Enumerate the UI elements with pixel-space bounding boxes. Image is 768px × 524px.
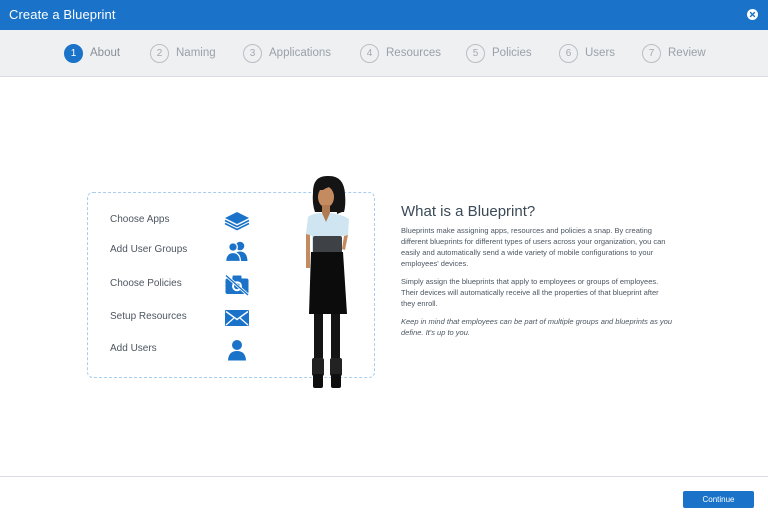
step-number: 6 bbox=[559, 43, 578, 63]
step-number: 4 bbox=[360, 43, 379, 63]
step-review[interactable]: 7 Review bbox=[642, 43, 706, 63]
wizard-steps: 1 About 2 Naming 3 Applications 4 Resour… bbox=[0, 30, 768, 77]
step-label: Applications bbox=[269, 47, 332, 59]
step-number: 1 bbox=[64, 43, 83, 63]
step-about[interactable]: 1 About bbox=[64, 43, 120, 63]
step-number: 7 bbox=[642, 43, 661, 63]
about-paragraph-1: Blueprints make assigning apps, resource… bbox=[401, 226, 666, 268]
close-icon[interactable] bbox=[747, 9, 758, 20]
step-label: Policies bbox=[492, 47, 532, 59]
step-resources[interactable]: 4 Resources bbox=[360, 43, 441, 63]
feature-label: Setup Resources bbox=[110, 311, 187, 322]
title-bar: Create a Blueprint bbox=[0, 0, 768, 30]
step-naming[interactable]: 2 Naming bbox=[150, 43, 216, 63]
feature-label: Choose Apps bbox=[110, 214, 170, 225]
layers-icon bbox=[224, 210, 250, 232]
user-icon bbox=[224, 339, 250, 361]
woman-illustration bbox=[293, 172, 365, 392]
user-group-icon bbox=[224, 240, 250, 263]
step-number: 3 bbox=[243, 43, 262, 63]
about-paragraph-3: Keep in mind that employees can be part … bbox=[401, 317, 672, 337]
envelope-icon bbox=[224, 307, 250, 329]
feature-label: Add Users bbox=[110, 343, 157, 354]
create-blueprint-dialog: Create a Blueprint 1 About 2 Naming 3 Ap… bbox=[0, 0, 768, 524]
dialog-footer bbox=[0, 476, 768, 524]
step-label: Users bbox=[585, 47, 616, 59]
step-number: 5 bbox=[466, 43, 485, 63]
step-users[interactable]: 6 Users bbox=[559, 43, 615, 63]
about-paragraph-2: Simply assign the blueprints that apply … bbox=[401, 277, 659, 308]
step-label: Naming bbox=[176, 47, 216, 59]
feature-label: Add User Groups bbox=[110, 244, 188, 255]
continue-button[interactable]: Continue bbox=[683, 491, 754, 508]
step-label: Review bbox=[668, 47, 706, 59]
about-heading: What is a Blueprint? bbox=[401, 203, 536, 220]
dialog-title: Create a Blueprint bbox=[9, 7, 116, 22]
step-applications[interactable]: 3 Applications bbox=[243, 43, 331, 63]
feature-label: Choose Policies bbox=[110, 278, 182, 289]
step-label: Resources bbox=[386, 47, 441, 59]
step-label: About bbox=[90, 47, 121, 59]
step-number: 2 bbox=[150, 43, 169, 63]
step-policies[interactable]: 5 Policies bbox=[466, 43, 532, 63]
camera-disabled-icon bbox=[224, 274, 250, 297]
